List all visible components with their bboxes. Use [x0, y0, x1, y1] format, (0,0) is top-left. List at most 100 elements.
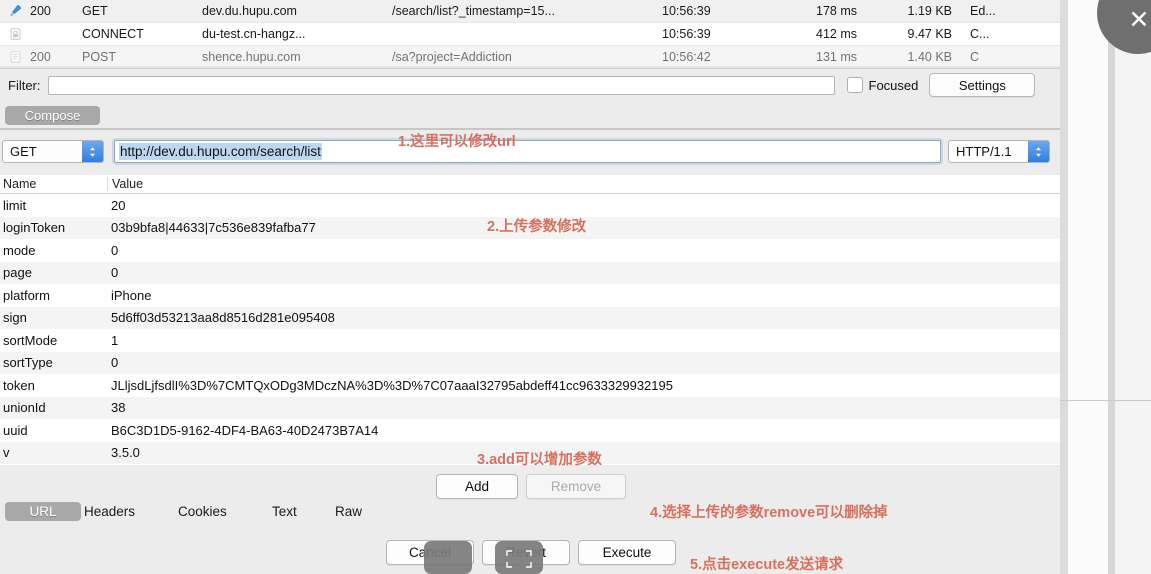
url-row: GET http://dev.du.hupu.com/search/list H… [0, 130, 1060, 173]
size-cell: 1.40 KB [907, 50, 952, 64]
param-value: 0 [111, 265, 119, 281]
backdrop-strip-edge [1108, 0, 1115, 574]
table-row[interactable]: unionId 38 [0, 396, 1060, 419]
tab-raw[interactable]: Raw [325, 502, 372, 521]
url-input[interactable]: http://dev.du.hupu.com/search/list [114, 140, 941, 163]
param-name: loginToken [3, 220, 66, 236]
size-cell: 1.19 KB [907, 4, 952, 18]
tab-url[interactable]: URL [5, 502, 81, 521]
param-name: mode [3, 242, 36, 258]
content-tab-strip: URL Headers Cookies Text Raw [0, 500, 1060, 528]
method-value: GET [10, 144, 37, 159]
tab-compose[interactable]: Compose [5, 106, 100, 125]
tab-headers[interactable]: Headers [74, 502, 145, 521]
param-name: page [3, 265, 32, 281]
chevron-down-icon [82, 141, 103, 162]
pen-icon [0, 4, 30, 19]
param-value: B6C3D1D5-9162-4DF4-BA63-40D2473B7A14 [111, 422, 379, 438]
method-cell: GET [82, 4, 108, 18]
backdrop-strip-mid [1068, 0, 1108, 574]
column-header-name[interactable]: Name [0, 177, 107, 191]
time-cell: 10:56:39 [662, 4, 711, 18]
focused-label: Focused [868, 77, 919, 93]
status-code: 200 [30, 4, 51, 18]
doc-icon [0, 50, 30, 65]
table-row[interactable]: mode 0 [0, 239, 1060, 262]
duration-cell: 412 ms [816, 27, 857, 41]
filter-input[interactable] [47, 75, 835, 95]
annotation-2: 2.上传参数修改 [487, 219, 587, 235]
method-cell: CONNECT [82, 27, 144, 41]
http-version-value: HTTP/1.1 [956, 144, 1012, 159]
duration-cell: 178 ms [816, 4, 857, 18]
annotation-3: 3.add可以增加参数 [477, 452, 602, 468]
note-cell: C [970, 50, 980, 64]
table-row[interactable]: 200 POST shence.hupu.com /sa?project=Add… [0, 46, 1060, 68]
param-name: uuid [3, 422, 28, 438]
table-row[interactable]: CONNECT du-test.cn-hangz... 10:56:39 412… [0, 23, 1060, 46]
path-cell: /search/list?_timestamp=15... [392, 4, 555, 18]
execute-button[interactable]: Execute [578, 540, 676, 565]
param-value: 5d6ff03d53213aa8d8516d281e095408 [111, 310, 335, 326]
host-cell: dev.du.hupu.com [202, 4, 297, 18]
note-cell: C... [970, 27, 990, 41]
http-version-select[interactable]: HTTP/1.1 [948, 140, 1050, 163]
session-request-list[interactable]: 200 GET dev.du.hupu.com /search/list?_ti… [0, 0, 1060, 68]
param-value: 20 [111, 197, 126, 213]
param-value: iPhone [111, 287, 152, 303]
param-value: JLljsdLjfsdlI%3D%7CMTQxODg3MDczNA%3D%3D%… [111, 377, 673, 393]
url-value: http://dev.du.hupu.com/search/list [119, 143, 322, 160]
param-name: limit [3, 197, 27, 213]
column-header-value[interactable]: Value [107, 177, 1060, 191]
remove-button[interactable]: Remove [526, 474, 626, 499]
annotation-4: 4.选择上传的参数remove可以删除掉 [650, 505, 888, 521]
tab-text[interactable]: Text [262, 502, 307, 521]
param-value: 1 [111, 332, 119, 348]
note-cell: Ed... [970, 4, 996, 18]
param-name: v [3, 445, 10, 461]
path-cell: /sa?project=Addiction [392, 50, 512, 64]
status-code: 200 [30, 50, 51, 64]
table-row[interactable]: uuid B6C3D1D5-9162-4DF4-BA63-40D2473B7A1… [0, 419, 1060, 442]
add-button[interactable]: Add [436, 474, 518, 499]
param-name: sortType [3, 355, 53, 371]
lock-doc-icon [0, 27, 30, 42]
param-name: platform [3, 287, 50, 303]
table-row[interactable]: sortType 0 [0, 351, 1060, 374]
filter-bar: Filter: Focused Settings [0, 68, 1060, 101]
compose-tab-bar: Compose [0, 100, 1060, 130]
annotation-5: 5.点击execute发送请求 [690, 557, 844, 573]
param-actions: Add Remove [0, 472, 1060, 499]
tab-cookies[interactable]: Cookies [168, 502, 237, 521]
table-row[interactable]: platform iPhone [0, 284, 1060, 307]
settings-button[interactable]: Settings [929, 73, 1036, 97]
table-row[interactable]: sign 5d6ff03d53213aa8d8516d281e095408 [0, 306, 1060, 329]
table-row[interactable]: page 0 [0, 261, 1060, 284]
table-row[interactable]: limit 20 [0, 194, 1060, 217]
duration-cell: 131 ms [816, 50, 857, 64]
param-name: unionId [3, 400, 46, 416]
charles-compose-window: 200 GET dev.du.hupu.com /search/list?_ti… [0, 0, 1151, 574]
method-cell: POST [82, 50, 117, 64]
annotation-1: 1.这里可以修改url [398, 134, 516, 150]
method-select[interactable]: GET [2, 140, 104, 163]
screenshot-tool-chip[interactable] [424, 541, 472, 574]
param-name: sign [3, 310, 27, 326]
close-icon[interactable]: ✕ [1127, 8, 1151, 33]
param-value: 0 [111, 242, 119, 258]
param-name: token [3, 377, 35, 393]
focused-checkbox[interactable] [846, 77, 863, 93]
host-cell: du-test.cn-hangz... [202, 27, 306, 41]
table-row[interactable]: sortMode 1 [0, 329, 1060, 352]
size-cell: 9.47 KB [907, 27, 952, 41]
table-row[interactable]: 200 GET dev.du.hupu.com /search/list?_ti… [0, 0, 1060, 23]
filter-label: Filter: [8, 77, 41, 93]
main-area: 200 GET dev.du.hupu.com /search/list?_ti… [0, 0, 1060, 574]
time-cell: 10:56:39 [662, 27, 711, 41]
crosshair-selection-icon [506, 550, 532, 568]
backdrop-strip-left [1060, 0, 1068, 574]
param-value: 38 [111, 400, 126, 416]
time-cell: 10:56:42 [662, 50, 711, 64]
param-name: sortMode [3, 332, 58, 348]
table-row[interactable]: token JLljsdLjfsdlI%3D%7CMTQxODg3MDczNA%… [0, 374, 1060, 397]
